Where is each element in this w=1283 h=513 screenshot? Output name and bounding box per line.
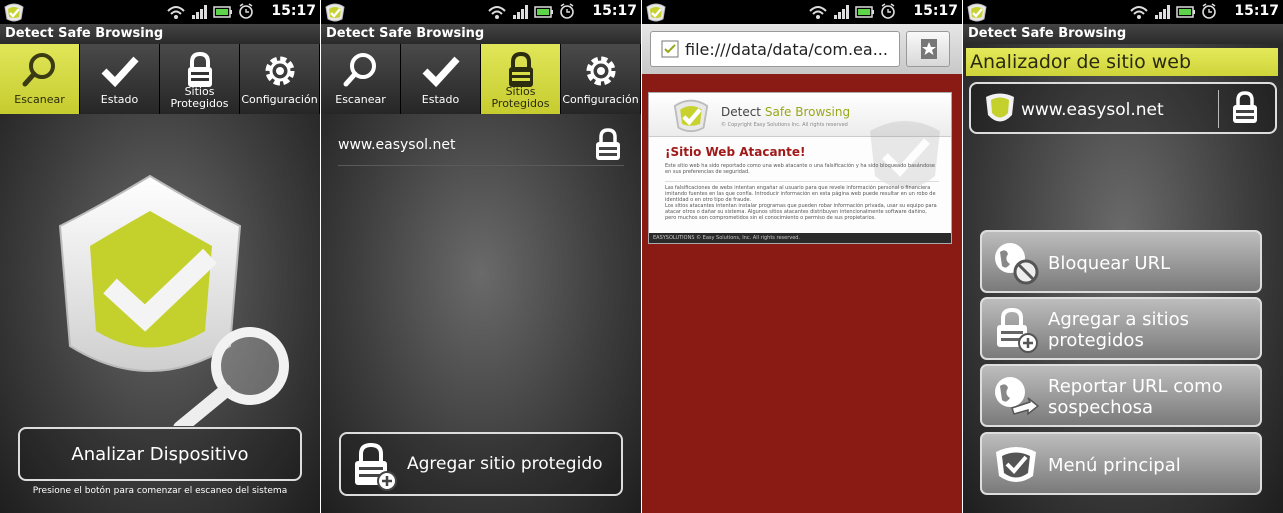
list-item[interactable]: www.easysol.net [338, 114, 624, 166]
action-label: Agregar a sitios protegidos [1048, 309, 1189, 351]
add-to-protected-button[interactable]: Agregar a sitios protegidos [980, 297, 1262, 360]
web-page: Detect Safe Browsing © Copyright Easy So… [642, 74, 962, 513]
app-logo-icon [669, 97, 713, 133]
bookmark-star-icon [921, 39, 937, 59]
card-header: Detect Safe Browsing © Copyright Easy So… [649, 93, 951, 189]
add-lock-icon [355, 442, 397, 491]
tab-settings[interactable]: Configuración [240, 44, 320, 114]
divider [1218, 90, 1219, 128]
scan-content: Analizar Dispositivo Presione el botón p… [0, 114, 320, 513]
action-label: Menú principal [1048, 455, 1181, 476]
status-icons [167, 3, 253, 20]
main-menu-button[interactable]: Menú principal [980, 432, 1262, 495]
screen-site-analyzer: 15:17 Detect Safe Browsing Analizador de… [963, 0, 1283, 513]
app-logo-icon [966, 2, 988, 22]
analyzed-site: www.easysol.net [969, 82, 1277, 134]
page-favicon-icon [661, 40, 679, 58]
tab-label: Sitios Protegidos [491, 85, 550, 110]
checkmark-icon [101, 56, 139, 88]
tab-label: Escanear [335, 93, 386, 106]
bookmark-button[interactable] [906, 31, 950, 67]
analyze-device-label: Analizar Dispositivo [71, 444, 249, 465]
attack-paragraph: Este sitio web ha sido reportado como un… [665, 163, 935, 175]
gear-icon [586, 56, 615, 86]
scan-hint: Presione el botón para comenzar el escan… [32, 486, 288, 496]
action-label: Reportar URL como sospechosa [1048, 376, 1223, 418]
status-time: 15:17 [592, 3, 637, 19]
shield-icon [986, 93, 1014, 122]
card-footer: EASYSOLUTIONS © Easy Solutions, Inc. All… [649, 233, 951, 243]
add-lock-icon [997, 307, 1038, 353]
app-logo-icon [645, 2, 667, 22]
status-bar: 15:17 [0, 0, 320, 24]
tab-bar: Escanear Estado Sitios Protegidos Config… [321, 44, 641, 114]
site-name: www.easysol.net [338, 137, 456, 153]
section-title: Analizador de sitio web [966, 48, 1278, 76]
url-input[interactable]: file:///data/data/com.ea... [650, 31, 900, 67]
tab-scan[interactable]: Escanear [321, 44, 401, 114]
tab-status[interactable]: Estado [401, 44, 481, 114]
status-bar: 15:17 [642, 0, 962, 24]
report-globe-icon [995, 377, 1040, 416]
report-url-button[interactable]: Reportar URL como sospechosa [980, 364, 1262, 427]
app-title: Detect Safe Browsing [0, 24, 320, 44]
padlock-icon [596, 128, 620, 160]
brand-left: Detect [721, 105, 762, 119]
url-text: file:///data/data/com.ea... [685, 40, 888, 59]
action-label: Bloquear URL [1048, 253, 1171, 274]
protected-sites-content: www.easysol.net Agregar sitio protegido [321, 114, 641, 513]
screen-browser: 15:17 file:///data/data/com.ea... Detect… [642, 0, 962, 513]
checkmark-icon [422, 56, 460, 88]
status-bar: 15:17 [963, 0, 1283, 24]
malware-paragraph: Los sitios atacantes intentan instalar p… [665, 203, 937, 221]
card-brand: Detect Safe Browsing [721, 105, 850, 119]
screen-scan: 15:17 Detect Safe Browsing Escanear Esta… [0, 0, 320, 513]
app-title: Detect Safe Browsing [321, 24, 641, 44]
card-copyright: © Copyright Easy Solutions Inc. All righ… [721, 122, 848, 128]
site-name: www.easysol.net [1021, 100, 1164, 120]
app-title: Detect Safe Browsing [963, 24, 1283, 44]
gear-icon [265, 56, 294, 86]
app-logo-icon [324, 2, 346, 22]
shield-scan-illustration-icon [58, 174, 289, 426]
tab-label: Configuración [241, 93, 318, 106]
tab-label: Estado [421, 93, 460, 106]
status-icons [1130, 3, 1216, 20]
tab-status[interactable]: Estado [80, 44, 160, 114]
tab-scan[interactable]: Escanear [0, 44, 80, 114]
magnifier-icon [343, 53, 376, 87]
app-logo-icon [3, 2, 25, 22]
screen-protected-sites: 15:17 Detect Safe Browsing Escanear Esta… [321, 0, 641, 513]
status-time: 15:17 [271, 3, 316, 19]
status-icons [809, 3, 895, 20]
status-time: 15:17 [913, 3, 958, 19]
brand-right: Safe Browsing [764, 105, 851, 119]
divider [665, 181, 939, 182]
add-protected-site-label: Agregar sitio protegido [407, 454, 603, 474]
tab-label: Estado [100, 93, 139, 106]
tab-settings[interactable]: Configuración [561, 44, 641, 114]
browser-toolbar: file:///data/data/com.ea... [642, 24, 962, 74]
tab-protected-sites[interactable]: Sitios Protegidos [481, 44, 561, 114]
tab-label: Configuración [562, 93, 639, 106]
attack-heading: ¡Sitio Web Atacante! [665, 145, 806, 159]
status-icons [488, 3, 574, 20]
analyze-device-button[interactable]: Analizar Dispositivo [18, 427, 302, 481]
magnifier-icon [22, 53, 55, 87]
shield-home-icon [996, 447, 1036, 482]
phishing-paragraph: Las falsificaciones de webs intentan eng… [665, 185, 936, 203]
tab-protected-sites[interactable]: Sitios Protegidos [160, 44, 240, 114]
tab-bar: Escanear Estado Sitios Protegidos Config… [0, 44, 320, 114]
padlock-icon [1233, 91, 1257, 123]
status-time: 15:17 [1234, 3, 1279, 19]
add-protected-site-button[interactable]: Agregar sitio protegido [339, 432, 623, 496]
attack-warning-card: Detect Safe Browsing © Copyright Easy So… [648, 92, 952, 244]
block-globe-icon [995, 243, 1039, 285]
tab-label: Escanear [14, 93, 65, 106]
block-url-button[interactable]: Bloquear URL [980, 230, 1262, 293]
tab-label: Sitios Protegidos [170, 85, 229, 110]
status-bar: 15:17 [321, 0, 641, 24]
